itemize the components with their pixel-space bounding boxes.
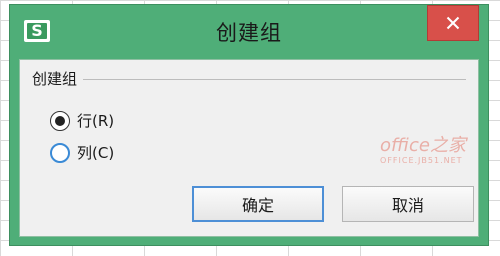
wps-app-icon: S bbox=[24, 20, 50, 42]
title-bar[interactable]: S 创建组 bbox=[10, 5, 488, 57]
radio-option-row[interactable]: 行(R) bbox=[50, 110, 114, 131]
close-button[interactable] bbox=[427, 5, 479, 41]
radio-option-column[interactable]: 列(C) bbox=[50, 142, 114, 163]
watermark-main-text: office之家 bbox=[380, 135, 466, 156]
app-icon-letter: S bbox=[31, 21, 43, 40]
group-divider bbox=[32, 79, 466, 80]
dialog-body: 创建组 行(R) 列(C) office之家 OFFICE.JB51.NET 确… bbox=[19, 59, 479, 237]
radio-label-row: 行(R) bbox=[77, 112, 115, 130]
watermark-sub-text: OFFICE.JB51.NET bbox=[380, 156, 463, 165]
radio-label-column: 列(C) bbox=[77, 144, 115, 162]
ok-button[interactable]: 确定 bbox=[192, 186, 324, 222]
watermark-logo: office之家 OFFICE.JB51.NET bbox=[380, 136, 466, 166]
radio-button-checked[interactable] bbox=[50, 110, 70, 131]
close-icon bbox=[446, 16, 460, 30]
cancel-button[interactable]: 取消 bbox=[342, 186, 474, 222]
group-box-title: 创建组 bbox=[32, 68, 84, 89]
create-group-dialog: S 创建组 创建组 行(R) 列(C) office之家 OFFICE.JB51… bbox=[9, 4, 489, 246]
dialog-title: 创建组 bbox=[216, 21, 282, 45]
radio-button-unchecked[interactable] bbox=[50, 142, 70, 163]
